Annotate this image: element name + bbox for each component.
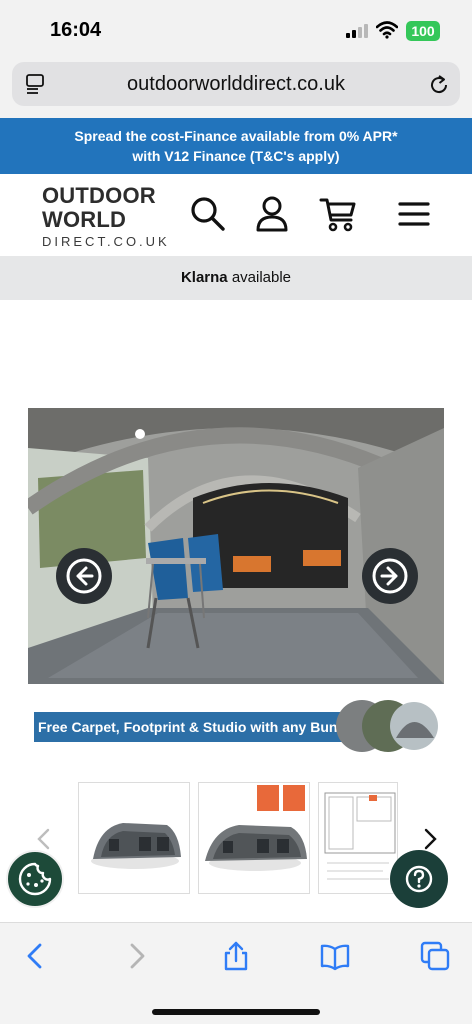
klarna-text: available xyxy=(231,269,292,286)
url-text[interactable]: outdoorworlddirect.co.uk xyxy=(72,62,400,106)
reader-mode-icon[interactable] xyxy=(26,74,48,94)
klarna-brand: Klarna xyxy=(180,269,228,286)
browser-address-area: outdoorworlddirect.co.uk xyxy=(0,56,472,118)
status-bar: 16:04 100 xyxy=(0,0,472,60)
thumbnail-3[interactable] xyxy=(318,782,398,894)
tabs-icon[interactable] xyxy=(420,941,450,971)
cookie-settings-button[interactable] xyxy=(6,850,64,908)
arrow-right-icon xyxy=(372,558,408,594)
klarna-banner: Klarna available xyxy=(0,256,472,300)
cart-icon[interactable] xyxy=(318,194,358,234)
product-main-image[interactable] xyxy=(28,408,444,684)
gallery-next-button[interactable] xyxy=(362,548,418,604)
wifi-icon xyxy=(376,21,398,39)
tent-thumbnail-image xyxy=(205,785,307,871)
address-bar[interactable]: outdoorworlddirect.co.uk xyxy=(12,62,460,106)
logo-line-2: WORLD xyxy=(42,207,127,232)
share-icon[interactable] xyxy=(221,941,251,971)
thumbnail-prev-icon[interactable] xyxy=(36,828,50,850)
forward-icon[interactable] xyxy=(122,941,152,971)
site-header: OUTDOOR WORLD DIRECT.CO.UK xyxy=(0,174,472,256)
menu-icon[interactable] xyxy=(394,194,434,234)
promo-line-1: Spread the cost-Finance available from 0… xyxy=(74,128,398,144)
logo-line-1: OUTDOOR xyxy=(42,183,156,208)
thumbnail-2[interactable] xyxy=(198,782,310,894)
bundle-offer-banner: Free Carpet, Footprint & Studio with any… xyxy=(34,712,364,742)
home-indicator xyxy=(152,1009,320,1015)
site-logo[interactable]: OUTDOOR WORLD DIRECT.CO.UK xyxy=(42,184,172,250)
promo-line-2: with V12 Finance (T&C's apply) xyxy=(132,148,340,164)
tent-thumbnail-image xyxy=(91,823,181,869)
cellular-signal-icon xyxy=(346,24,370,38)
logo-line-3: DIRECT.CO.UK xyxy=(42,234,170,249)
account-icon[interactable] xyxy=(252,194,292,234)
cookie-icon xyxy=(18,862,52,896)
status-time: 16:04 xyxy=(50,19,102,41)
finance-promo-banner[interactable]: Spread the cost-Finance available from 0… xyxy=(0,118,472,174)
back-icon[interactable] xyxy=(20,941,50,971)
bundle-products-image xyxy=(336,700,438,752)
browser-toolbar xyxy=(0,922,472,1024)
thumbnail-next-icon[interactable] xyxy=(424,828,438,850)
reload-icon[interactable] xyxy=(428,74,450,96)
tent-interior-illustration xyxy=(28,408,444,684)
battery-indicator: 100 xyxy=(406,21,440,41)
arrow-left-icon xyxy=(66,558,102,594)
help-button[interactable] xyxy=(390,850,448,908)
floorplan-thumbnail-image xyxy=(324,792,396,880)
help-icon xyxy=(405,865,433,893)
search-icon[interactable] xyxy=(188,194,228,234)
bookmarks-icon[interactable] xyxy=(320,941,350,971)
gallery-prev-button[interactable] xyxy=(56,548,112,604)
thumbnail-1[interactable] xyxy=(78,782,190,894)
product-gallery: Free Carpet, Footprint & Studio with any… xyxy=(28,338,444,754)
